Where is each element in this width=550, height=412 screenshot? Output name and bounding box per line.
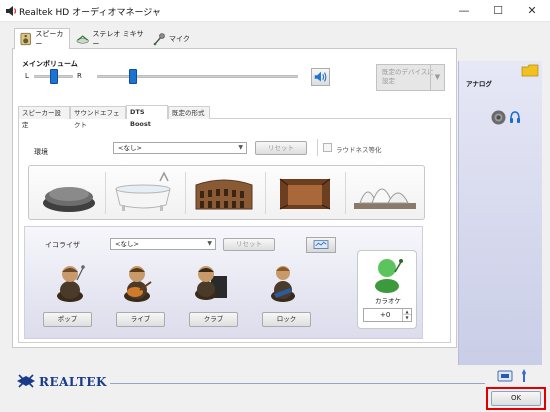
divider bbox=[345, 172, 346, 214]
subtab-speaker-settings[interactable]: スピーカー設定 bbox=[18, 106, 70, 129]
loudness-label: ラウドネス等化 bbox=[336, 146, 382, 154]
volume-slider-thumb[interactable] bbox=[129, 69, 138, 84]
environment-dropdown[interactable]: <なし> ▼ bbox=[113, 142, 247, 154]
live-guitarist-icon[interactable] bbox=[120, 262, 154, 302]
opera-house-icon[interactable] bbox=[350, 167, 420, 218]
main-volume-label: メインボリューム bbox=[22, 60, 78, 68]
subtab-sound-effects[interactable]: サウンドエフェクト bbox=[70, 106, 126, 129]
stereo-mixer-icon bbox=[76, 34, 89, 44]
equalizer-reset-button[interactable]: リセット bbox=[223, 238, 275, 251]
speaker-device-icon bbox=[20, 32, 31, 46]
speaker-volume-icon bbox=[314, 71, 327, 82]
eq-preset-pop-button[interactable]: ポップ bbox=[43, 312, 92, 327]
close-button[interactable]: ✕ bbox=[515, 0, 549, 22]
divider bbox=[317, 139, 318, 156]
eq-preset-rock-button[interactable]: ロック bbox=[262, 312, 311, 327]
environment-reset-button[interactable]: リセット bbox=[255, 141, 307, 155]
headphone-icon bbox=[510, 111, 520, 123]
equalizer-dropdown[interactable]: <なし> ▼ bbox=[110, 238, 216, 250]
realtek-logo: REALTEK bbox=[15, 372, 107, 390]
settings-wrench-icon[interactable] bbox=[517, 368, 531, 384]
mute-button[interactable] bbox=[311, 68, 330, 86]
divider bbox=[185, 172, 186, 214]
tab-stereo-mixer[interactable]: ステレオ ミキサー bbox=[72, 28, 148, 49]
eq-preset-live-button[interactable]: ライブ bbox=[116, 312, 165, 327]
window-title: Realtek HD オーディオマネージャ bbox=[19, 8, 161, 18]
maximize-button[interactable]: ☐ bbox=[481, 0, 515, 22]
chevron-down-icon: ▼ bbox=[238, 144, 243, 151]
wooden-room-icon[interactable] bbox=[272, 167, 338, 218]
audio-jack-icon[interactable] bbox=[491, 110, 506, 125]
device-dropdown-arrow-icon[interactable]: ▼ bbox=[430, 65, 444, 90]
brand-name: REALTEK bbox=[39, 375, 107, 389]
colosseum-icon[interactable] bbox=[190, 167, 258, 218]
chevron-down-icon: ▼ bbox=[207, 240, 212, 247]
minimize-button[interactable]: — bbox=[447, 0, 481, 22]
equalizer-label: イコライザ bbox=[45, 241, 80, 249]
tab-speaker[interactable]: スピーカー bbox=[14, 28, 70, 49]
info-icon[interactable] bbox=[497, 369, 513, 383]
analog-label: アナログ bbox=[466, 80, 492, 88]
balance-left-label: L bbox=[25, 72, 29, 80]
title-bar: Realtek HD オーディオマネージャ — ☐ ✕ bbox=[0, 0, 550, 22]
subtab-dts-boost[interactable]: DTS Boost bbox=[126, 105, 168, 128]
realtek-crab-icon bbox=[17, 374, 35, 388]
bathtub-icon[interactable] bbox=[110, 167, 176, 218]
balance-right-label: R bbox=[77, 72, 82, 80]
microphone-icon bbox=[153, 32, 165, 45]
connector-panel bbox=[458, 61, 542, 365]
equalizer-icon bbox=[313, 240, 329, 249]
set-default-device-button[interactable]: 既定のデバイスに 設定 ▼ bbox=[376, 64, 445, 91]
subtab-default-format[interactable]: 既定の形式 bbox=[168, 106, 210, 119]
volume-slider-track bbox=[97, 75, 298, 78]
ok-button[interactable]: OK bbox=[491, 391, 541, 406]
tab-microphone[interactable]: マイク bbox=[148, 28, 196, 49]
stone-icon[interactable] bbox=[38, 167, 100, 218]
environment-label: 環境 bbox=[34, 148, 48, 156]
pop-singer-icon[interactable] bbox=[53, 262, 87, 302]
karaoke-singer-icon[interactable] bbox=[369, 254, 405, 294]
club-pianist-icon[interactable] bbox=[193, 262, 227, 302]
divider bbox=[105, 172, 106, 214]
eq-preset-club-button[interactable]: クラブ bbox=[189, 312, 238, 327]
graphic-equalizer-button[interactable] bbox=[306, 237, 336, 253]
divider bbox=[265, 172, 266, 214]
rock-guitarist-icon[interactable] bbox=[266, 262, 300, 302]
karaoke-label: カラオケ bbox=[375, 297, 401, 305]
speaker-app-icon bbox=[6, 6, 17, 16]
stepper-down-icon[interactable]: ▼ bbox=[402, 315, 411, 321]
divider bbox=[110, 383, 485, 384]
karaoke-pitch-stepper[interactable]: +0 ▲ ▼ bbox=[363, 308, 412, 322]
folder-icon[interactable] bbox=[521, 64, 539, 78]
balance-slider-thumb[interactable] bbox=[49, 69, 58, 84]
loudness-checkbox[interactable] bbox=[323, 143, 332, 152]
